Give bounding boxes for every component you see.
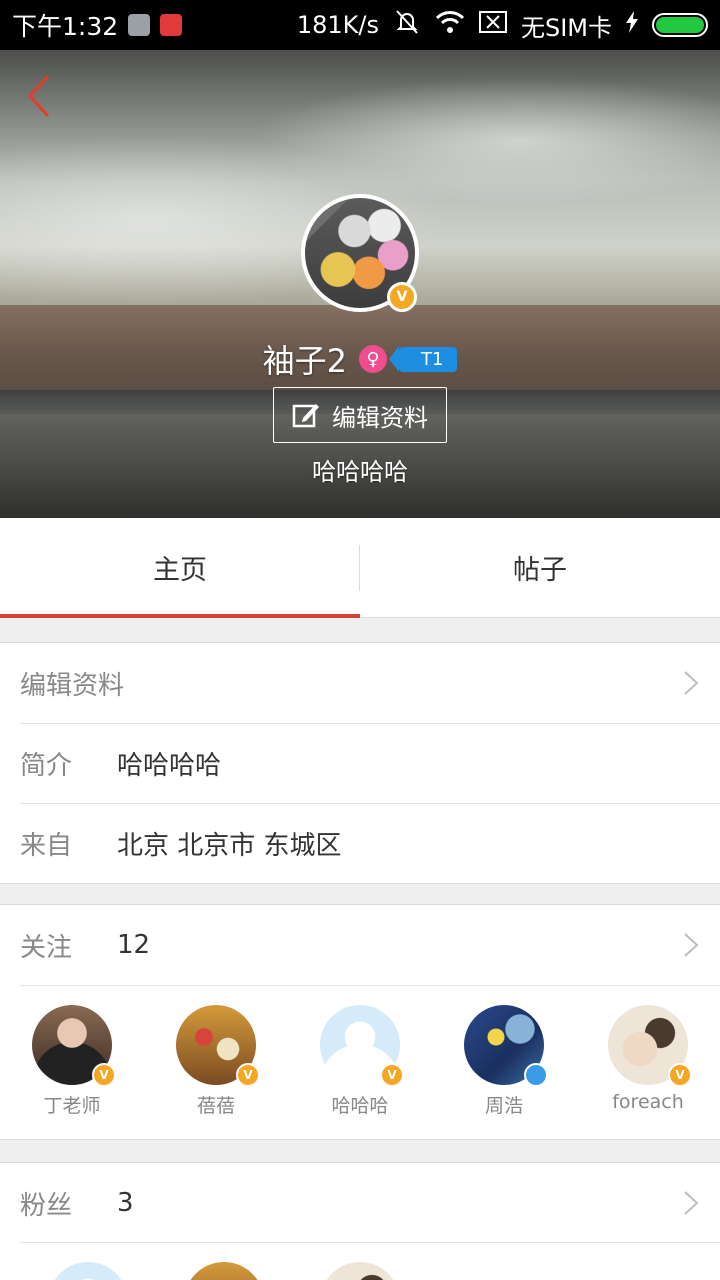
following-user[interactable]: V 蓓蓓 <box>166 1005 266 1118</box>
avatar: V <box>32 1005 116 1087</box>
fans-count: 3 <box>117 1188 134 1218</box>
following-user[interactable]: 周浩 <box>454 1005 554 1118</box>
username: 袖子2 <box>262 342 347 380</box>
profile-avatar[interactable]: V <box>301 194 419 312</box>
app-icon <box>160 14 183 36</box>
wifi-icon <box>435 10 465 40</box>
following-label: 关注 <box>20 932 73 963</box>
location-label: 来自 <box>20 830 73 861</box>
following-user[interactable]: V foreach <box>598 1005 698 1113</box>
fans-label: 粉丝 <box>20 1190 73 1221</box>
following-avatars: V 丁老师 V 蓓蓓 V 哈哈哈 周浩 V foreach <box>0 985 720 1139</box>
avatar: V <box>176 1005 260 1087</box>
intro-row: 简介 哈哈哈哈 <box>0 723 720 803</box>
user-name: 哈哈哈 <box>331 1095 389 1117</box>
chevron-right-icon <box>682 669 700 697</box>
mute-icon <box>393 9 421 41</box>
following-section: 关注 12 V 丁老师 V 蓓蓓 V 哈哈哈 周浩 V foreach <box>0 904 720 1140</box>
following-user[interactable]: V 丁老师 <box>22 1005 122 1118</box>
charging-icon <box>626 11 638 39</box>
verified-badge-icon: V <box>668 1063 692 1087</box>
user-name: 蓓蓓 <box>196 1095 235 1117</box>
level-badge: T1 <box>398 346 458 372</box>
no-sim-icon <box>478 11 507 39</box>
female-icon: ♀ <box>358 345 387 373</box>
edit-profile-button[interactable]: 编辑资料 <box>273 387 447 443</box>
name-row: 袖子2 ♀ T1 <box>0 336 720 382</box>
location-value: 北京 北京市 东城区 <box>117 830 342 861</box>
location-row: 来自 北京 北京市 东城区 <box>0 803 720 883</box>
profile-header: V 袖子2 ♀ T1 编辑资料 哈哈哈哈 <box>0 50 720 518</box>
verified-badge-icon: V <box>380 1063 404 1087</box>
avatar <box>464 1005 548 1087</box>
back-button[interactable] <box>22 72 62 120</box>
edit-icon <box>292 404 319 428</box>
following-user[interactable]: V 哈哈哈 <box>310 1005 410 1118</box>
chevron-left-icon <box>27 74 50 118</box>
verified-badge-icon: V <box>236 1063 260 1087</box>
divider <box>20 1242 720 1243</box>
user-icon <box>524 1063 548 1087</box>
sim-status: 无SIM卡 <box>520 13 612 42</box>
verified-badge-icon: V <box>92 1063 116 1087</box>
chevron-right-icon <box>682 931 700 959</box>
intro-label: 简介 <box>20 750 73 781</box>
net-speed: 181K/s <box>296 11 379 39</box>
fans-row[interactable]: 粉丝 3 <box>0 1163 720 1243</box>
tab-divider <box>359 545 360 591</box>
avatar: V <box>608 1005 692 1087</box>
battery-icon <box>652 13 708 37</box>
verified-badge-icon: V <box>387 282 417 312</box>
chevron-right-icon <box>682 1189 700 1217</box>
user-name: 丁老师 <box>43 1095 101 1117</box>
status-time: 下午1:32 <box>12 12 119 41</box>
avatar: V <box>320 1005 404 1087</box>
avatar[interactable] <box>48 1262 128 1280</box>
edit-profile-row-label: 编辑资料 <box>20 670 125 701</box>
user-name: foreach <box>612 1091 684 1113</box>
edit-profile-label: 编辑资料 <box>332 403 428 432</box>
tab-posts[interactable]: 帖子 <box>360 518 720 617</box>
notification-icon <box>128 14 151 36</box>
header-bio: 哈哈哈哈 <box>312 458 408 486</box>
status-bar: 下午1:32 181K/s 无SIM卡 <box>0 0 720 50</box>
profile-info-section: 编辑资料 简介 哈哈哈哈 来自 北京 北京市 东城区 <box>0 642 720 884</box>
avatar[interactable] <box>320 1262 400 1280</box>
fans-avatars-peek <box>0 1242 720 1280</box>
intro-value: 哈哈哈哈 <box>117 750 222 781</box>
following-row[interactable]: 关注 12 <box>0 905 720 985</box>
fans-section: 粉丝 3 <box>0 1162 720 1243</box>
user-name: 周浩 <box>484 1095 523 1117</box>
tab-home[interactable]: 主页 <box>0 518 360 618</box>
profile-tabs: 主页 帖子 <box>0 518 720 618</box>
following-count: 12 <box>117 930 151 960</box>
avatar[interactable] <box>184 1262 264 1280</box>
edit-profile-row[interactable]: 编辑资料 <box>0 643 720 723</box>
